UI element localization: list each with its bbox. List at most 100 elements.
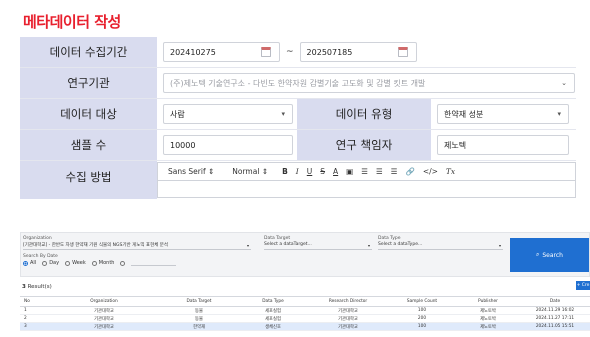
cell-research-director: 기관대학교 — [308, 314, 388, 323]
date-radio-group: All Day Week Month — [23, 260, 177, 266]
institution-select[interactable]: (주)제노텍 기술연구소 - 다빈도 한약자원 감별기술 고도화 및 감별 킷트… — [163, 73, 575, 93]
radio-week[interactable]: Week — [65, 260, 86, 266]
cell-no: 1 — [20, 306, 48, 315]
radio-day[interactable]: Day — [42, 260, 59, 266]
calendar-icon[interactable] — [397, 47, 408, 57]
type-label: 데이터 유형 — [297, 99, 431, 129]
radio-icon — [23, 260, 28, 266]
strikethrough-icon[interactable]: S — [320, 167, 325, 176]
institution-label: 연구기관 — [20, 68, 157, 98]
col-data-type: Data Type — [238, 296, 308, 307]
radio-month[interactable]: Month — [91, 260, 115, 266]
cell-data-type: 생체신호 — [238, 322, 308, 331]
bold-icon[interactable]: B — [282, 167, 288, 176]
radio-month-label: Month — [98, 260, 115, 266]
start-date-value: 202410275 — [170, 47, 216, 57]
cell-data-type: 세포실험 — [238, 306, 308, 315]
period-label: 데이터 수집기간 — [20, 37, 157, 67]
radio-day-label: Day — [49, 260, 60, 266]
institution-placeholder: (주)제노텍 기술연구소 - 다빈도 한약자원 감별기술 고도화 및 감별 킷트… — [170, 78, 426, 88]
samples-director-row: 샘플 수 10000 연구 책임자 제노텍 — [20, 130, 576, 161]
col-no: No — [20, 296, 48, 307]
director-cell: 제노텍 — [431, 130, 576, 160]
director-label: 연구 책임자 — [297, 130, 431, 160]
radio-icon — [91, 260, 97, 266]
cell-research-director: 기관대학교 — [308, 306, 388, 315]
col-data-target: Data Target — [160, 296, 238, 307]
cell-sample-count: 100 — [388, 306, 456, 315]
text-color-icon[interactable]: A — [333, 167, 338, 176]
target-select[interactable]: 사람 ▾ — [163, 104, 293, 124]
org-filter-select[interactable]: [기관대학교] - 한반도 자생 한약재 기원 식물의 NGS기반 게노믹 표현… — [23, 242, 251, 250]
radio-all[interactable]: All — [23, 260, 36, 266]
target-value: 사람 — [170, 109, 185, 119]
clear-format-icon[interactable]: Tx — [446, 167, 455, 176]
date-separator: ~ — [286, 47, 294, 57]
director-input[interactable]: 제노텍 — [437, 135, 569, 155]
period-cell: 202410275 ~ 202507185 — [157, 37, 576, 67]
cell-organization: 기관대학교 — [48, 306, 160, 315]
cell-data-target: 한약재 — [160, 322, 238, 331]
type-cell: 한약재 성분 ▾ — [431, 99, 576, 129]
director-value: 제노텍 — [444, 140, 467, 150]
start-date-input[interactable]: 202410275 — [163, 42, 280, 62]
samples-input[interactable]: 10000 — [163, 135, 293, 155]
cell-data-target: 동물 — [160, 314, 238, 323]
col-publisher: Publisher — [456, 296, 520, 307]
type-filter-placeholder: Select a dataType... — [378, 242, 423, 247]
samples-value: 10000 — [170, 140, 196, 150]
col-research-director: Research Director — [308, 296, 388, 307]
background-color-icon[interactable]: ▣ — [346, 167, 353, 176]
type-select[interactable]: 한약재 성분 ▾ — [437, 104, 569, 124]
underline-icon[interactable]: U — [307, 167, 313, 176]
org-filter-label: Organization — [23, 236, 52, 241]
italic-icon[interactable]: I — [296, 167, 299, 176]
cell-sample-count: 200 — [388, 314, 456, 323]
radio-custom[interactable] — [120, 260, 126, 266]
chevron-down-icon: ▾ — [557, 110, 561, 118]
code-icon[interactable]: </> — [423, 167, 438, 176]
method-editor[interactable]: Sans Serif ⇕ Normal ⇕ B I U S A ▣ ☰ ☰ ☰ … — [157, 162, 576, 198]
table-row[interactable]: 3 기관대학교 한약재 생체신호 기관대학교 100 제노토박 2024.11.… — [20, 322, 590, 331]
ordered-list-icon[interactable]: ☰ — [361, 167, 368, 176]
table-header-row: No Organization Data Target Data Type Re… — [20, 296, 590, 307]
period-row: 데이터 수집기간 202410275 ~ 202507185 — [20, 37, 576, 68]
search-button[interactable]: ⌕ Search — [510, 238, 589, 272]
target-filter-select[interactable]: Select a dataTarget... ▾ — [264, 242, 372, 250]
radio-week-label: Week — [72, 260, 86, 266]
cell-data-type: 세포실험 — [238, 314, 308, 323]
date-range-input[interactable] — [131, 260, 177, 266]
cell-sample-count: 100 — [388, 322, 456, 331]
create-button[interactable]: + Cre — [576, 281, 590, 290]
bullet-list-icon[interactable]: ☰ — [376, 167, 383, 176]
table-row[interactable]: 2 기관대학교 동물 세포실험 기관대학교 200 제노토박 2024.11.2… — [20, 314, 590, 323]
org-filter-value: [기관대학교] - 한반도 자생 한약재 기원 식물의 NGS기반 게노믹 표현… — [23, 243, 169, 248]
samples-cell: 10000 — [157, 130, 297, 160]
cell-date: 2024.11.27 17:11 — [520, 314, 590, 323]
chevron-down-icon: ⌄ — [561, 79, 567, 87]
calendar-icon[interactable] — [261, 47, 271, 57]
cell-publisher: 제노토박 — [456, 306, 520, 315]
end-date-input[interactable]: 202507185 — [299, 42, 417, 62]
size-select-label: Normal — [232, 167, 260, 176]
link-icon[interactable]: 🔗 — [405, 167, 414, 176]
col-date: Date — [520, 296, 590, 307]
font-size-select[interactable]: Normal ⇕ — [232, 167, 268, 176]
align-icon[interactable]: ☰ — [391, 167, 398, 176]
result-count-number: 3 — [22, 284, 26, 290]
type-filter-select[interactable]: Select a dataType... ▾ — [378, 242, 503, 250]
search-icon: ⌕ — [536, 251, 540, 258]
search-panel: Organization [기관대학교] - 한반도 자생 한약재 기원 식물의… — [20, 232, 590, 331]
result-count: 3 Result(s) — [22, 284, 52, 290]
target-cell: 사람 ▾ — [157, 99, 297, 129]
cell-organization: 기관대학교 — [48, 314, 160, 323]
chevron-down-icon: ▾ — [281, 110, 285, 118]
table-row[interactable]: 1 기관대학교 동물 세포실험 기관대학교 100 제노토박 2024.11.2… — [20, 306, 590, 315]
col-organization: Organization — [48, 296, 160, 307]
institution-cell: (주)제노텍 기술연구소 - 다빈도 한약자원 감별기술 고도화 및 감별 킷트… — [157, 68, 576, 98]
chevron-down-icon: ▾ — [498, 243, 501, 248]
font-family-select[interactable]: Sans Serif ⇕ — [168, 167, 214, 176]
radio-icon — [65, 260, 71, 266]
search-button-label: Search — [542, 251, 563, 259]
chevron-down-icon: ▾ — [246, 243, 249, 248]
